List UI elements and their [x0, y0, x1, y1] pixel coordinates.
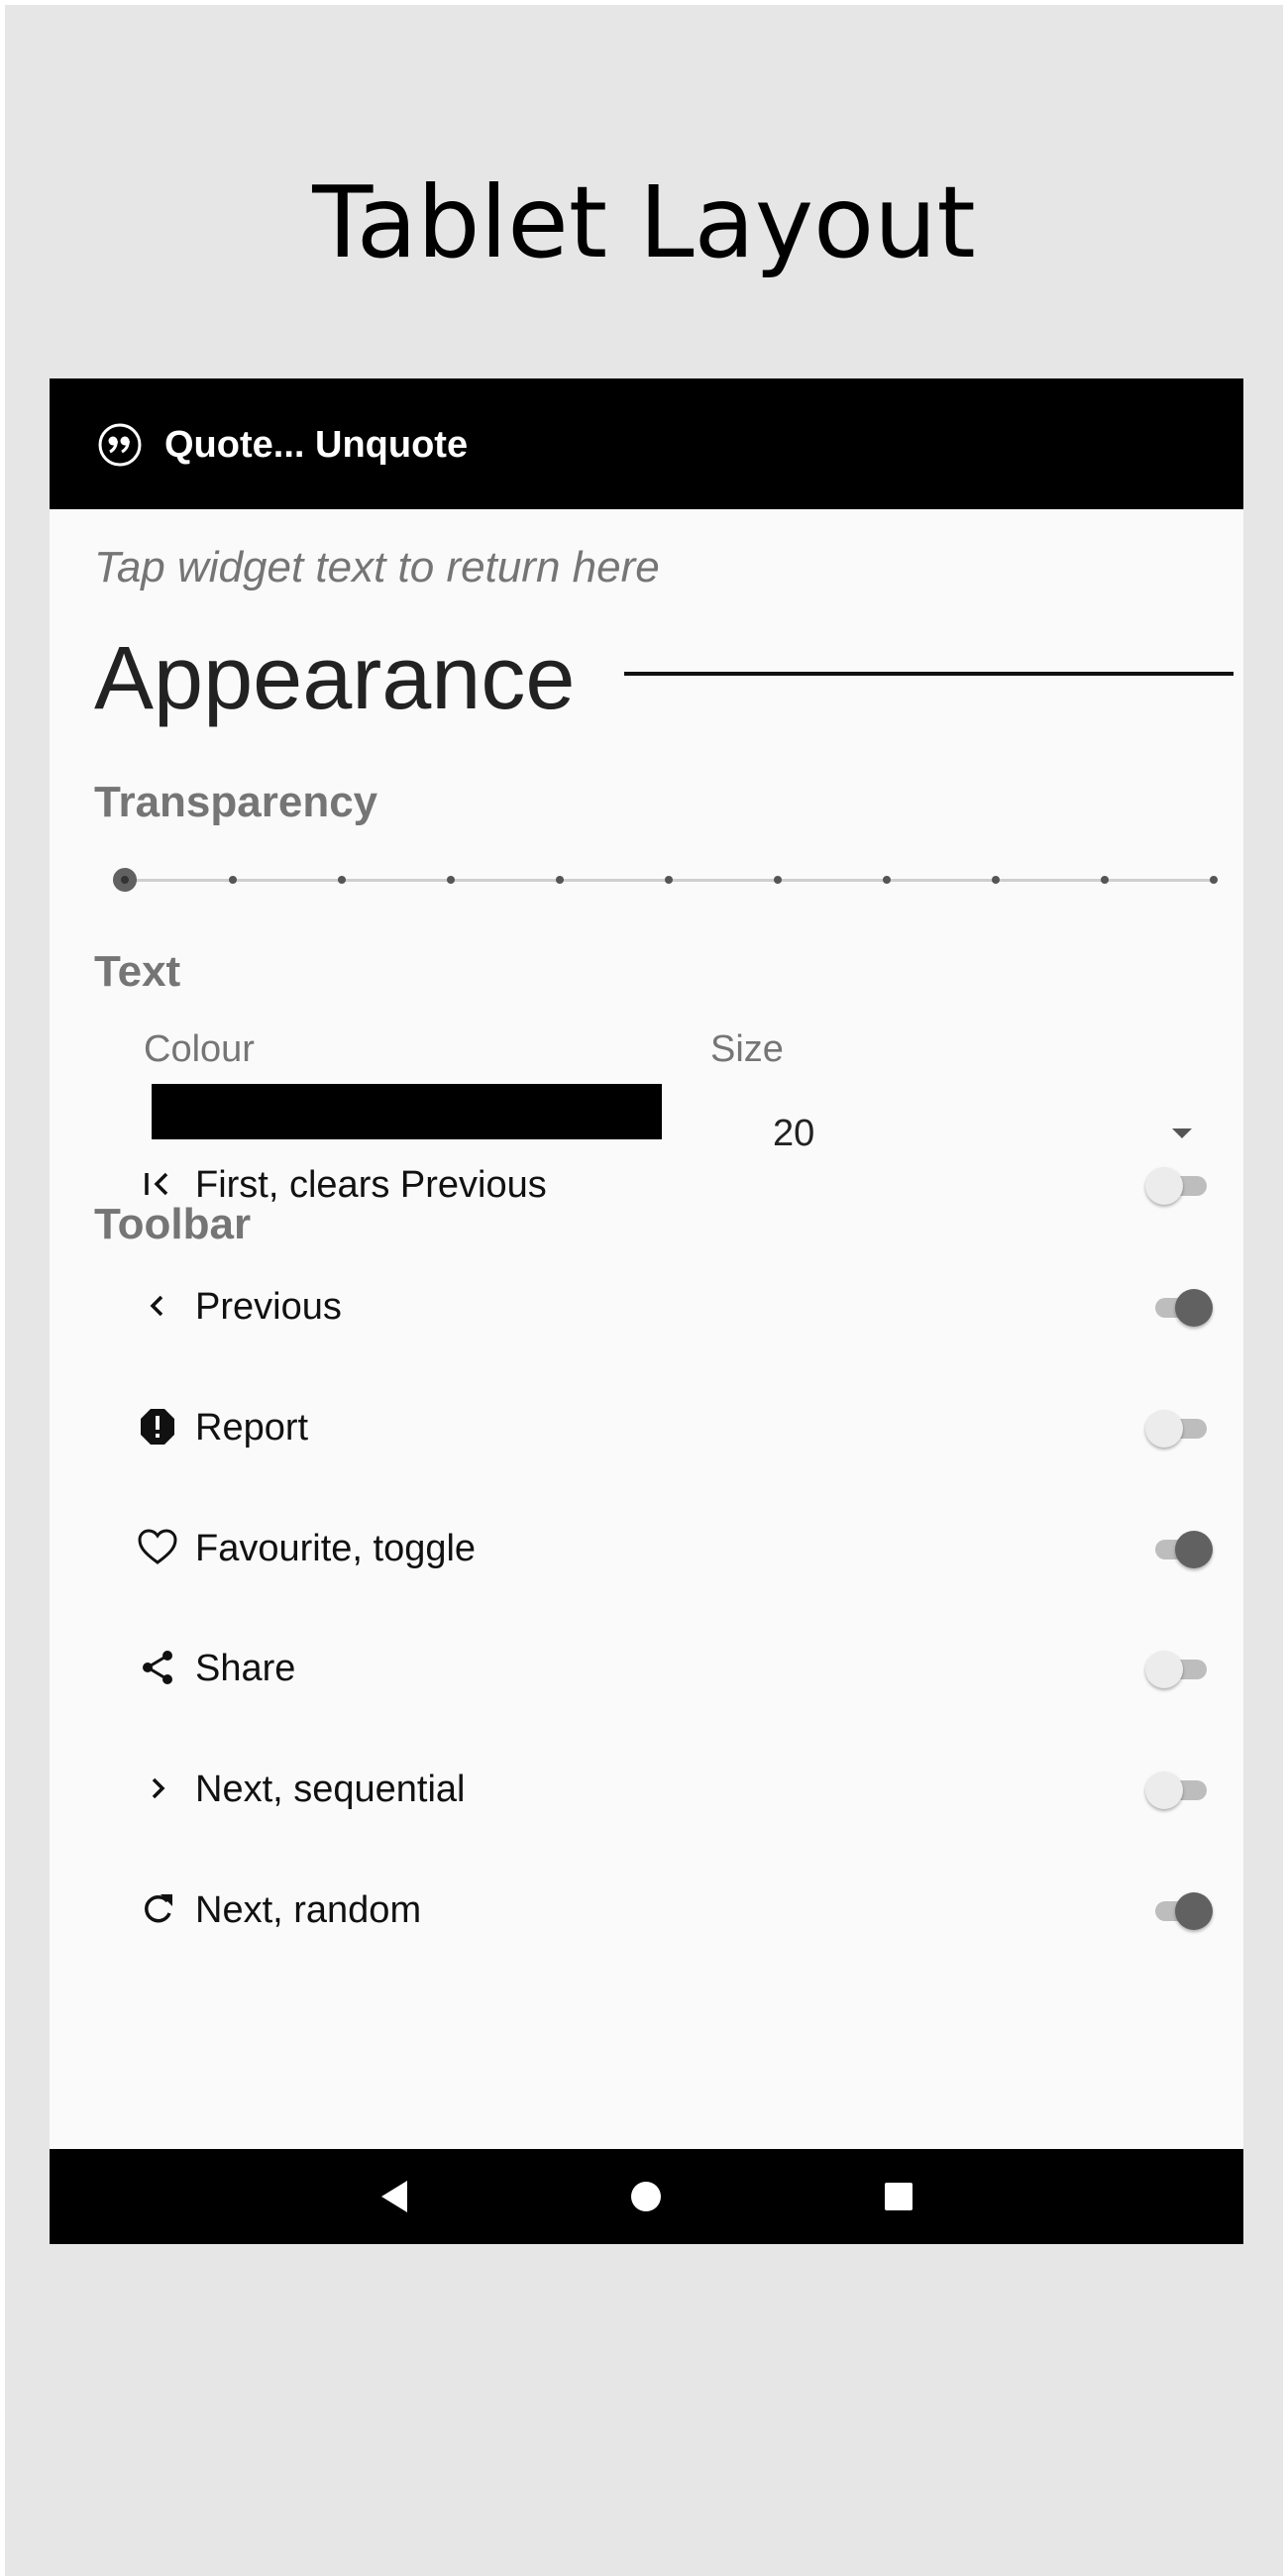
- slider-thumb[interactable]: [113, 868, 137, 892]
- toggle-switch[interactable]: [1149, 1289, 1213, 1327]
- toggle-switch[interactable]: [1145, 1651, 1209, 1688]
- colour-label: Colour: [144, 1028, 255, 1070]
- toggle-switch[interactable]: [1149, 1892, 1213, 1930]
- toolbar-option-row[interactable]: Previous: [50, 1261, 1243, 1350]
- toolbar-option-label: Previous: [195, 1286, 342, 1328]
- text-label: Text: [94, 947, 181, 996]
- slider-tick: [447, 876, 455, 884]
- section-divider: [624, 672, 1234, 676]
- transparency-slider[interactable]: [113, 860, 1218, 900]
- recents-icon[interactable]: [875, 2173, 922, 2220]
- toolbar-option-label: Share: [195, 1648, 296, 1689]
- toggle-switch[interactable]: [1145, 1771, 1209, 1809]
- first-page-icon: [145, 1172, 168, 1196]
- slider-tick: [774, 876, 782, 884]
- slider-tick: [1210, 876, 1218, 884]
- chevron-right-icon: [152, 1777, 165, 1799]
- switch-thumb: [1145, 1410, 1183, 1448]
- slider-tick: [556, 876, 564, 884]
- back-icon[interactable]: [372, 2173, 419, 2220]
- app-title: Quote... Unquote: [164, 424, 469, 466]
- return-hint-link[interactable]: Tap widget text to return here: [94, 542, 660, 593]
- size-label: Size: [710, 1028, 784, 1070]
- slider-tick: [665, 876, 673, 884]
- switch-thumb: [1175, 1531, 1213, 1568]
- colour-picker-button[interactable]: [152, 1084, 662, 1139]
- toolbar-option-label: Next, random: [195, 1889, 422, 1931]
- slider-tick: [883, 876, 891, 884]
- quote-icon: [98, 423, 142, 467]
- slider-tick: [992, 876, 1000, 884]
- toggle-switch[interactable]: [1149, 1531, 1213, 1568]
- refresh-icon: [145, 1894, 172, 1923]
- share-icon: [143, 1651, 172, 1684]
- switch-thumb: [1175, 1289, 1213, 1327]
- toolbar-option-row[interactable]: Favourite, toggle: [50, 1503, 1243, 1592]
- transparency-label: Transparency: [94, 778, 378, 826]
- switch-thumb: [1145, 1167, 1183, 1205]
- toolbar-option-row[interactable]: First, clears Previous: [50, 1139, 1243, 1229]
- toolbar-option-row[interactable]: Next, sequential: [50, 1744, 1243, 1833]
- toolbar-option-label: Next, sequential: [195, 1769, 466, 1810]
- toolbar-option-label: First, clears Previous: [195, 1164, 547, 1206]
- report-icon: [141, 1409, 174, 1445]
- switch-thumb: [1175, 1892, 1213, 1930]
- toggle-switch[interactable]: [1145, 1167, 1209, 1205]
- chevron-left-icon: [150, 1295, 163, 1317]
- home-icon[interactable]: [622, 2173, 670, 2220]
- switch-thumb: [1145, 1771, 1183, 1809]
- slider-tick: [1101, 876, 1109, 884]
- toolbar-option-label: Report: [195, 1407, 309, 1449]
- app-bar: Quote... Unquote: [50, 378, 1243, 509]
- toolbar-option-label: Favourite, toggle: [195, 1528, 477, 1569]
- slider-tick: [229, 876, 237, 884]
- page-background: Tablet Layout Quote... Unquote Tap widge…: [5, 5, 1283, 2576]
- toolbar-option-row[interactable]: Report: [50, 1382, 1243, 1471]
- heart-icon: [138, 1529, 177, 1564]
- toolbar-option-row[interactable]: Next, random: [50, 1865, 1243, 1954]
- toolbar-option-row[interactable]: Share: [50, 1623, 1243, 1712]
- switch-thumb: [1145, 1651, 1183, 1688]
- system-navigation-bar: [50, 2149, 1243, 2244]
- phone-screen: Quote... Unquote Tap widget text to retu…: [50, 378, 1243, 2244]
- dropdown-arrow-icon: [1172, 1128, 1192, 1138]
- page-title: Tablet Layout: [312, 164, 976, 280]
- slider-tick: [338, 876, 346, 884]
- toggle-switch[interactable]: [1145, 1410, 1209, 1448]
- section-title-appearance: Appearance: [94, 629, 576, 728]
